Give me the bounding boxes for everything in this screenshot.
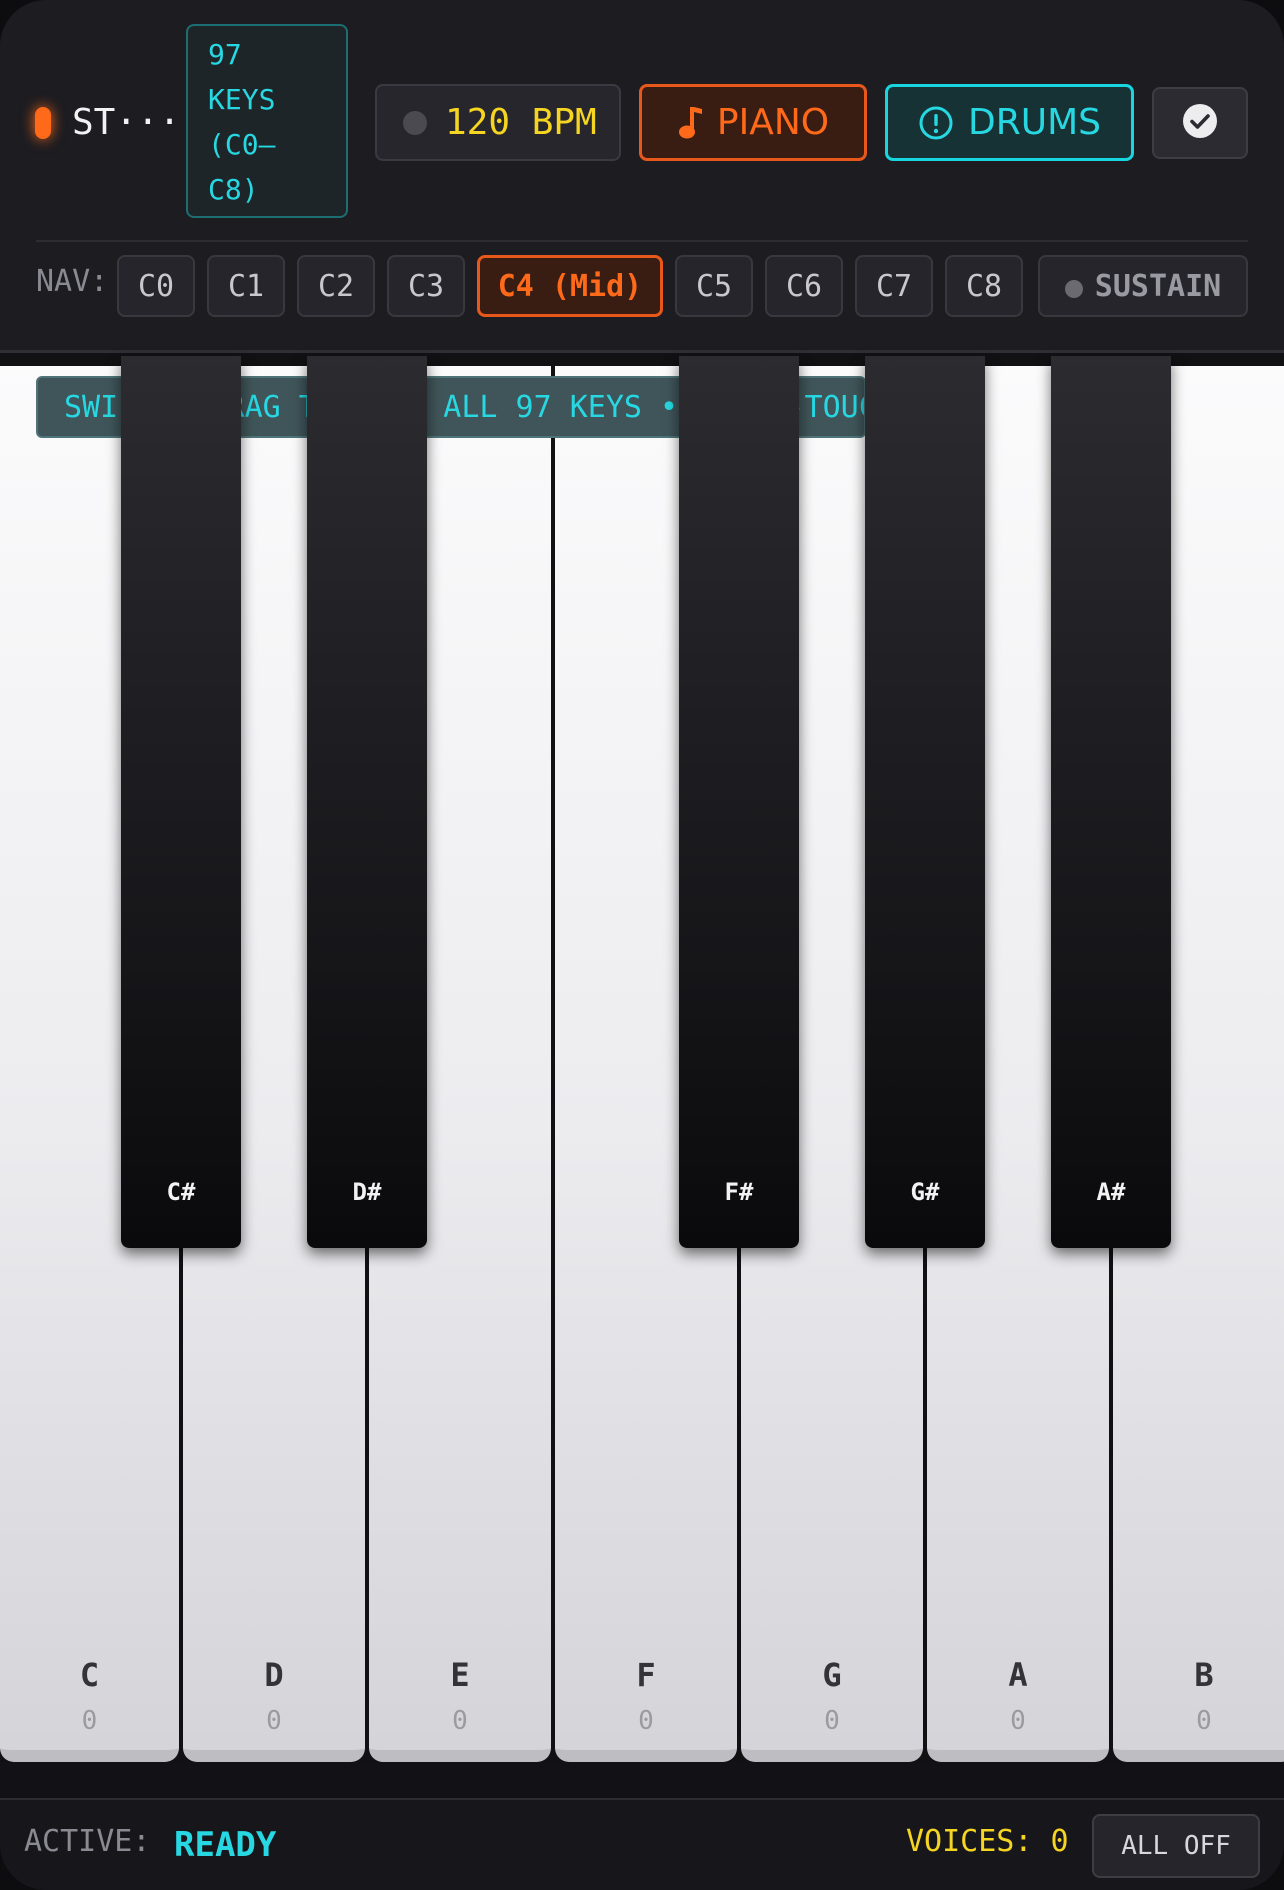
key-note-label: C (79, 1656, 100, 1694)
piano-mode-label: PIANO (716, 102, 830, 143)
key-press-count: 0 (1196, 1706, 1212, 1736)
key-press-count: 0 (638, 1706, 654, 1736)
black-key-d-sharp[interactable]: D# (307, 356, 427, 1248)
key-note-label: D (264, 1656, 284, 1694)
key-note-label: A (1008, 1656, 1028, 1694)
black-key-f-sharp[interactable]: F# (679, 356, 799, 1248)
key-press-count: 0 (824, 1706, 840, 1736)
key-note-label: F# (724, 1178, 754, 1206)
sustain-label: SUSTAIN (1094, 268, 1222, 304)
octave-button-c5[interactable]: C5 (675, 255, 753, 317)
all-off-button[interactable]: ALL OFF (1092, 1814, 1260, 1878)
black-key-c-sharp[interactable]: C# (121, 356, 241, 1248)
app-title: ST··· (72, 102, 181, 143)
key-note-label: G# (910, 1178, 940, 1206)
status-footer: ACTIVE: READY VOICES: 0 ALL OFF (0, 1798, 1284, 1890)
key-press-count: 0 (1010, 1706, 1026, 1736)
tempo-button[interactable]: 120 BPM (375, 84, 621, 161)
status-indicator (35, 107, 51, 139)
octave-button-c1[interactable]: C1 (207, 255, 285, 317)
alert-circle-icon (918, 105, 954, 141)
active-status: READY (174, 1825, 277, 1865)
confirm-button[interactable] (1152, 87, 1248, 159)
octave-button-c4[interactable]: C4 (Mid) (477, 255, 663, 317)
octave-button-c3[interactable]: C3 (387, 255, 465, 317)
octave-button-c8[interactable]: C8 (945, 255, 1023, 317)
piano-keyboard[interactable]: C 0 D 0 E 0 F 0 G 0 A 0 B 0 SWIPE • DRAG… (0, 356, 1284, 1762)
black-key-g-sharp[interactable]: G# (865, 356, 985, 1248)
check-circle-icon (1182, 103, 1218, 143)
octave-button-c0[interactable]: C0 (117, 255, 195, 317)
drums-mode-label: DRUMS (968, 102, 1101, 143)
octave-button-c6[interactable]: C6 (765, 255, 843, 317)
active-label: ACTIVE: (24, 1824, 151, 1859)
sustain-toggle[interactable]: SUSTAIN (1038, 255, 1248, 317)
metronome-dot-icon (403, 110, 427, 135)
key-note-label: G (822, 1656, 842, 1694)
key-press-count: 0 (266, 1706, 282, 1736)
key-note-label: B (1194, 1656, 1214, 1694)
key-press-count: 0 (81, 1706, 98, 1736)
app-window: ST··· 97 KEYS (C0– C8) 120 BPM PIANO DRU… (0, 0, 1284, 1890)
key-note-label: A# (1096, 1178, 1126, 1206)
key-note-label: D# (352, 1178, 382, 1206)
key-note-label: F (636, 1656, 656, 1694)
key-note-label: C# (166, 1178, 196, 1206)
voices-count: VOICES: 0 (906, 1824, 1069, 1859)
key-press-count: 0 (452, 1706, 468, 1736)
drums-mode-button[interactable]: DRUMS (885, 84, 1134, 161)
music-note-icon (677, 105, 703, 141)
piano-mode-button[interactable]: PIANO (639, 84, 867, 161)
key-note-label: E (450, 1656, 470, 1694)
top-bar: ST··· 97 KEYS (C0– C8) 120 BPM PIANO DRU… (0, 0, 1284, 353)
key-range-line: KEYS (208, 83, 276, 116)
sustain-indicator-icon (1064, 280, 1083, 298)
key-range-line: C8) (208, 173, 259, 206)
octave-button-c7[interactable]: C7 (855, 255, 933, 317)
tempo-label: 120 BPM (445, 102, 597, 143)
divider (36, 240, 1248, 242)
key-range-line: (C0– (208, 128, 276, 161)
key-range-badge: 97 KEYS (C0– C8) (186, 24, 348, 218)
nav-label: NAV: (36, 264, 109, 299)
key-range-line: 97 (208, 38, 242, 71)
black-key-a-sharp[interactable]: A# (1051, 356, 1171, 1248)
octave-button-c2[interactable]: C2 (297, 255, 375, 317)
